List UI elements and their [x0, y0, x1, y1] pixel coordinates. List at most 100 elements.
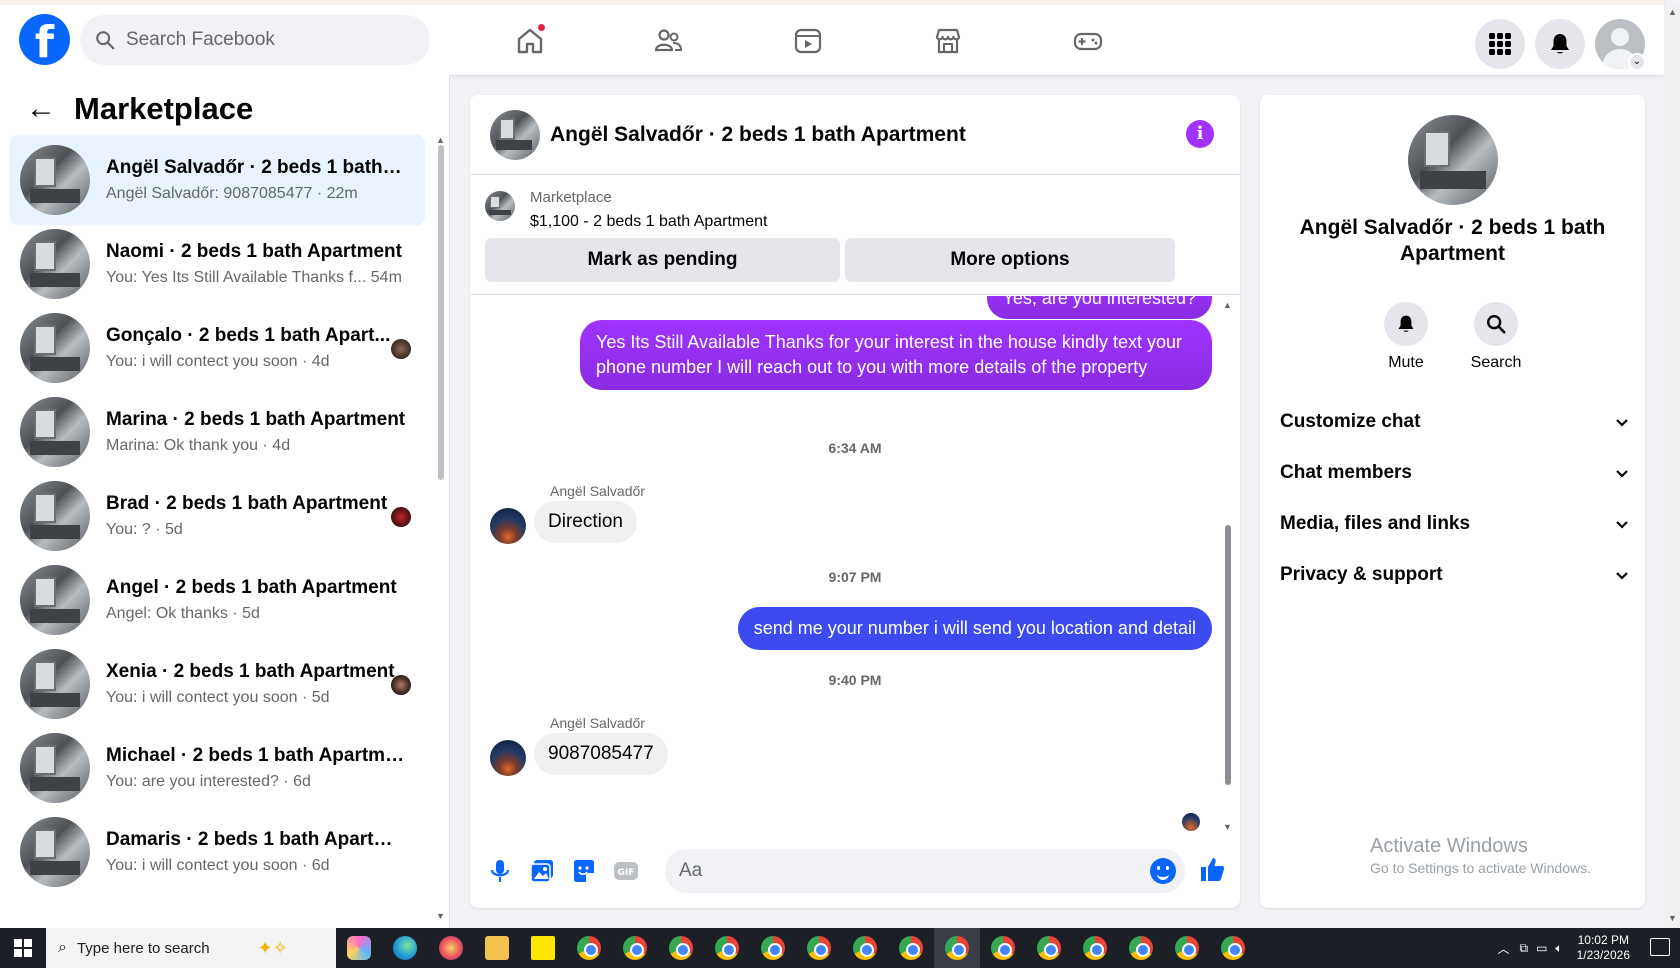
chrome-app-icon[interactable] [750, 928, 796, 968]
listing-price[interactable]: $1,100 - 2 beds 1 bath Apartment [530, 213, 768, 231]
listing-profile-image[interactable] [1408, 115, 1498, 205]
media-files-links-row[interactable]: Media, files and links [1280, 504, 1630, 544]
thumbs-up-icon[interactable] [1198, 855, 1226, 883]
chrome-app-icon[interactable] [980, 928, 1026, 968]
sticker-icon[interactable] [570, 857, 598, 885]
paint-app-icon[interactable] [428, 928, 474, 968]
info-icon[interactable]: i [1186, 120, 1214, 148]
system-clock[interactable]: 10:02 PM 1/23/2026 [1577, 933, 1630, 963]
outgoing-message[interactable]: Yes, are you interested? [986, 296, 1212, 319]
listing-small-thumbnail[interactable] [485, 191, 515, 221]
mark-as-pending-button[interactable]: Mark as pending [485, 238, 840, 282]
chrome-app-icon[interactable] [1164, 928, 1210, 968]
message-input[interactable] [665, 849, 1185, 893]
conversation-item[interactable]: Angël Salvadőr · 2 beds 1 bath A... Angë… [10, 135, 425, 225]
menu-button[interactable] [1475, 19, 1525, 69]
conversation-item[interactable]: Damaris · 2 beds 1 bath Apartment You: i… [10, 807, 425, 897]
chrome-app-icon[interactable] [1026, 928, 1072, 968]
conversation-item[interactable]: Xenia · 2 beds 1 bath Apartment You: i w… [10, 639, 425, 729]
microphone-icon[interactable] [486, 857, 514, 885]
video-icon [794, 28, 822, 54]
privacy-support-row[interactable]: Privacy & support [1280, 555, 1630, 595]
file-explorer-icon[interactable] [474, 928, 520, 968]
conversation-preview: Angel: Ok thanks · 5d [106, 605, 260, 622]
mute-button[interactable]: Mute [1371, 302, 1441, 372]
seen-avatar [391, 675, 411, 695]
message-timestamp: 9:40 PM [828, 672, 882, 688]
facebook-logo[interactable]: f [19, 14, 70, 65]
chevron-down-icon [1616, 572, 1628, 580]
chrome-app-icon-active[interactable] [934, 928, 980, 968]
photo-icon[interactable] [528, 857, 556, 885]
conversation-item[interactable]: Michael · 2 beds 1 bath Apartment You: a… [10, 723, 425, 813]
conversation-title: Naomi · 2 beds 1 bath Apartment [106, 241, 402, 262]
chrome-app-icon[interactable] [842, 928, 888, 968]
scroll-up-arrow-icon[interactable]: ▲ [1668, 7, 1677, 17]
incoming-message[interactable]: Direction [534, 501, 637, 543]
more-options-button[interactable]: More options [845, 238, 1175, 282]
start-button[interactable] [0, 928, 46, 968]
chrome-app-icon[interactable] [704, 928, 750, 968]
friends-tab[interactable] [646, 19, 690, 63]
gif-icon[interactable]: GIF [612, 857, 640, 885]
search-facebook-box[interactable] [80, 15, 430, 65]
notifications-button[interactable] [1535, 19, 1585, 69]
marketplace-tab[interactable] [926, 19, 970, 63]
chrome-app-icon[interactable] [1210, 928, 1256, 968]
scroll-down-arrow-icon[interactable]: ▼ [1668, 913, 1677, 923]
gaming-tab[interactable] [1066, 19, 1110, 63]
conversation-title: Brad · 2 beds 1 bath Apartment [106, 493, 388, 514]
inbox-scrollbar[interactable]: ▲ ▼ [435, 135, 445, 921]
edge-app-icon[interactable] [382, 928, 428, 968]
sender-avatar[interactable] [490, 740, 526, 776]
home-tab[interactable] [508, 19, 552, 63]
video-tab[interactable] [786, 19, 830, 63]
sender-avatar[interactable] [490, 508, 526, 544]
scroll-down-arrow-icon[interactable]: ▼ [1223, 822, 1232, 832]
network-icon[interactable]: ▭ [1536, 941, 1547, 955]
chevron-up-icon[interactable]: ︿ [1497, 940, 1509, 957]
listing-thumbnail[interactable] [490, 109, 540, 160]
conversation-preview: You: are you interested? · 6d [106, 773, 311, 790]
chrome-app-icon[interactable] [888, 928, 934, 968]
chrome-app-icon[interactable] [1118, 928, 1164, 968]
account-chevron-down-icon[interactable]: ⌄ [1628, 53, 1646, 71]
conversation-preview: Marina: Ok thank you · 4d [106, 437, 291, 454]
conversation-item[interactable]: Gonçalo · 2 beds 1 bath Apart... You: i … [10, 303, 425, 393]
sticky-notes-icon[interactable] [520, 928, 566, 968]
customize-chat-row[interactable]: Customize chat [1280, 402, 1630, 442]
chrome-app-icon[interactable] [566, 928, 612, 968]
search-in-conversation-button[interactable]: Search [1461, 302, 1531, 372]
chrome-app-icon[interactable] [1072, 928, 1118, 968]
notifications-center-icon[interactable] [1650, 938, 1670, 956]
conversation-item[interactable]: Naomi · 2 beds 1 bath Apartment You: Yes… [10, 219, 425, 309]
scroll-up-arrow-icon[interactable]: ▲ [436, 135, 445, 145]
conversation-item[interactable]: Brad · 2 beds 1 bath Apartment You: ? · … [10, 471, 425, 561]
chrome-app-icon[interactable] [796, 928, 842, 968]
scrollbar-thumb[interactable] [438, 145, 444, 480]
volume-icon[interactable]: 🔈︎ [1555, 941, 1562, 956]
conversation-scrollbar[interactable]: ▲ ▼ [1222, 300, 1232, 840]
chrome-app-icon[interactable] [612, 928, 658, 968]
conversation-item[interactable]: Marina · 2 beds 1 bath Apartment Marina:… [10, 387, 425, 477]
copilot-app-icon[interactable] [336, 928, 382, 968]
emoji-icon[interactable] [1150, 858, 1176, 884]
outgoing-message[interactable]: Yes Its Still Available Thanks for your … [580, 320, 1212, 390]
conversation-item[interactable]: Angel · 2 beds 1 bath Apartment Angel: O… [10, 555, 425, 645]
chrome-app-icon[interactable] [658, 928, 704, 968]
taskbar-search-box[interactable]: ⌕ Type here to search ✦✧ [46, 928, 336, 968]
conversation-preview: You: Yes Its Still Available Thanks f...… [106, 269, 402, 286]
search-facebook-input[interactable] [126, 29, 406, 51]
conversation-panel: Angël Salvadőr · 2 beds 1 bath Apartment… [470, 95, 1240, 908]
incoming-message[interactable]: 9087085477 [534, 733, 668, 775]
scroll-down-arrow-icon[interactable]: ▼ [436, 911, 445, 921]
conversation-header-title[interactable]: Angël Salvadőr · 2 beds 1 bath Apartment [550, 123, 966, 147]
scrollbar-thumb[interactable] [1225, 525, 1231, 785]
page-scrollbar[interactable]: ▲ ▼ [1664, 5, 1680, 928]
chat-members-row[interactable]: Chat members [1280, 453, 1630, 493]
device-icon[interactable]: ⧉ [1519, 941, 1528, 956]
sparkle-icon: ✦✧ [257, 937, 288, 958]
outgoing-message[interactable]: send me your number i will send you loca… [737, 607, 1212, 650]
back-arrow-icon[interactable]: ← [26, 92, 56, 126]
scroll-up-arrow-icon[interactable]: ▲ [1223, 300, 1232, 310]
